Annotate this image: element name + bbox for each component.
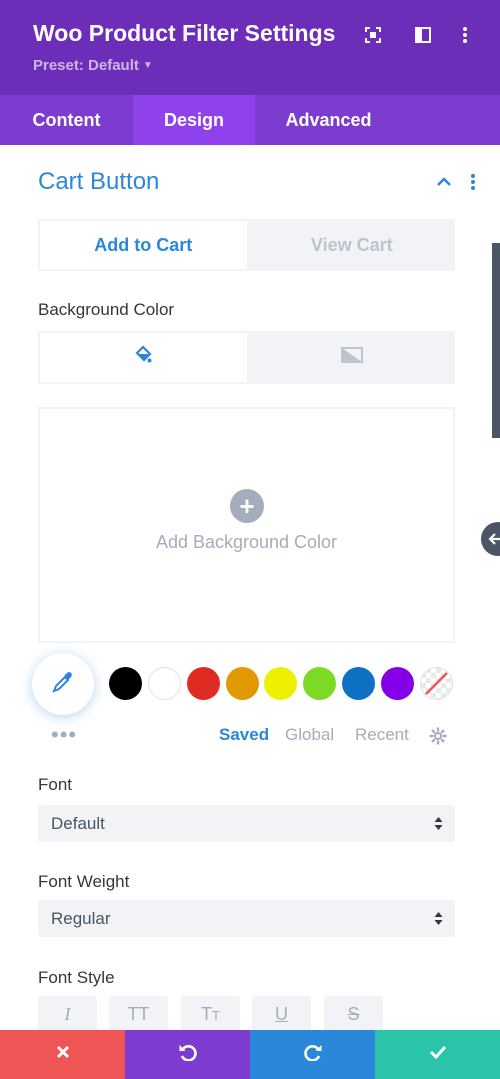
action-bar [0,1030,500,1079]
gradient-icon [340,347,363,368]
more-options-icon[interactable] [454,24,476,46]
checkmark-icon [429,1045,447,1064]
cancel-button[interactable] [0,1030,125,1079]
add-background-area[interactable]: + Add Background Color [38,407,455,643]
paint-bucket-icon [133,345,153,370]
swatch-blue[interactable] [342,667,375,700]
view-cart-tab[interactable]: View Cart [248,219,455,271]
eyedropper-icon [51,670,75,699]
add-to-cart-tab[interactable]: Add to Cart [38,219,249,271]
section-title[interactable]: Cart Button [38,168,159,196]
tab-design[interactable]: Design [133,95,255,145]
palette-tab-saved[interactable]: Saved [219,725,269,745]
swatch-orange[interactable] [226,667,259,700]
italic-icon: I [64,1003,71,1024]
close-icon [56,1045,70,1064]
uppercase-icon: TT [127,1003,150,1024]
capitalize-icon: TT [201,1003,220,1024]
settings-tabs: Content Design Advanced [0,95,500,145]
swatch-green[interactable] [303,667,336,700]
undo-button[interactable] [125,1030,250,1079]
plus-icon[interactable]: + [230,489,264,523]
swatch-purple[interactable] [381,667,414,700]
save-button[interactable] [375,1030,500,1079]
palette-tab-global[interactable]: Global [285,725,334,745]
resize-handle-arrow-icon[interactable] [481,522,500,556]
redo-button[interactable] [250,1030,375,1079]
undo-icon [178,1043,198,1066]
gradient-type-button[interactable] [248,331,455,384]
underline-button[interactable]: U [252,996,311,1032]
underline-icon: U [275,1003,288,1024]
button-state-toggle: Add to Cart View Cart [38,219,455,271]
font-weight-label: Font Weight [38,872,130,891]
font-weight-select[interactable]: Regular [38,900,455,937]
swatch-yellow[interactable] [264,667,297,700]
background-type-toggle [38,331,455,384]
add-background-label: Add Background Color [155,532,338,552]
swatch-red[interactable] [187,667,220,700]
strikethrough-button[interactable]: S [324,996,383,1032]
background-color-label: Background Color [38,300,175,319]
preset-label: Preset: Default [33,57,139,74]
gear-icon[interactable] [429,727,447,745]
color-type-button[interactable] [38,331,249,384]
sidebar-layout-icon[interactable] [412,24,434,46]
select-arrows-icon [434,815,443,832]
capitalize-button[interactable]: TT [181,996,240,1032]
palette-tab-recent[interactable]: Recent [355,725,409,745]
font-style-label: Font Style [38,968,115,987]
caret-down-icon: ▼ [142,60,153,71]
preset-dropdown[interactable]: Preset: Default ▼ [33,57,153,74]
swatch-transparent[interactable] [420,667,453,700]
uppercase-button[interactable]: TT [109,996,168,1032]
swatch-black[interactable] [109,667,142,700]
tab-content[interactable]: Content [0,95,133,145]
font-label: Font [38,775,73,794]
kebab-icon[interactable] [465,172,481,192]
select-arrows-icon [434,910,443,927]
redo-icon [303,1043,323,1066]
font-weight-select-value: Regular [51,908,111,928]
fullscreen-icon[interactable] [362,24,384,46]
italic-button[interactable]: I [38,996,97,1032]
font-select[interactable]: Default [38,805,455,842]
font-select-value: Default [51,813,105,833]
scrollbar[interactable] [492,243,500,438]
swatch-white[interactable] [148,667,181,700]
chevron-up-icon[interactable] [434,173,454,191]
tab-advanced[interactable]: Advanced [255,95,402,145]
more-palette-icon[interactable]: ••• [51,724,77,746]
strikethrough-icon: S [347,1003,360,1024]
modal-title: Woo Product Filter Settings [33,20,336,46]
settings-header: Woo Product Filter Settings Preset: Defa… [0,0,500,95]
eyedropper-button[interactable] [32,653,94,715]
